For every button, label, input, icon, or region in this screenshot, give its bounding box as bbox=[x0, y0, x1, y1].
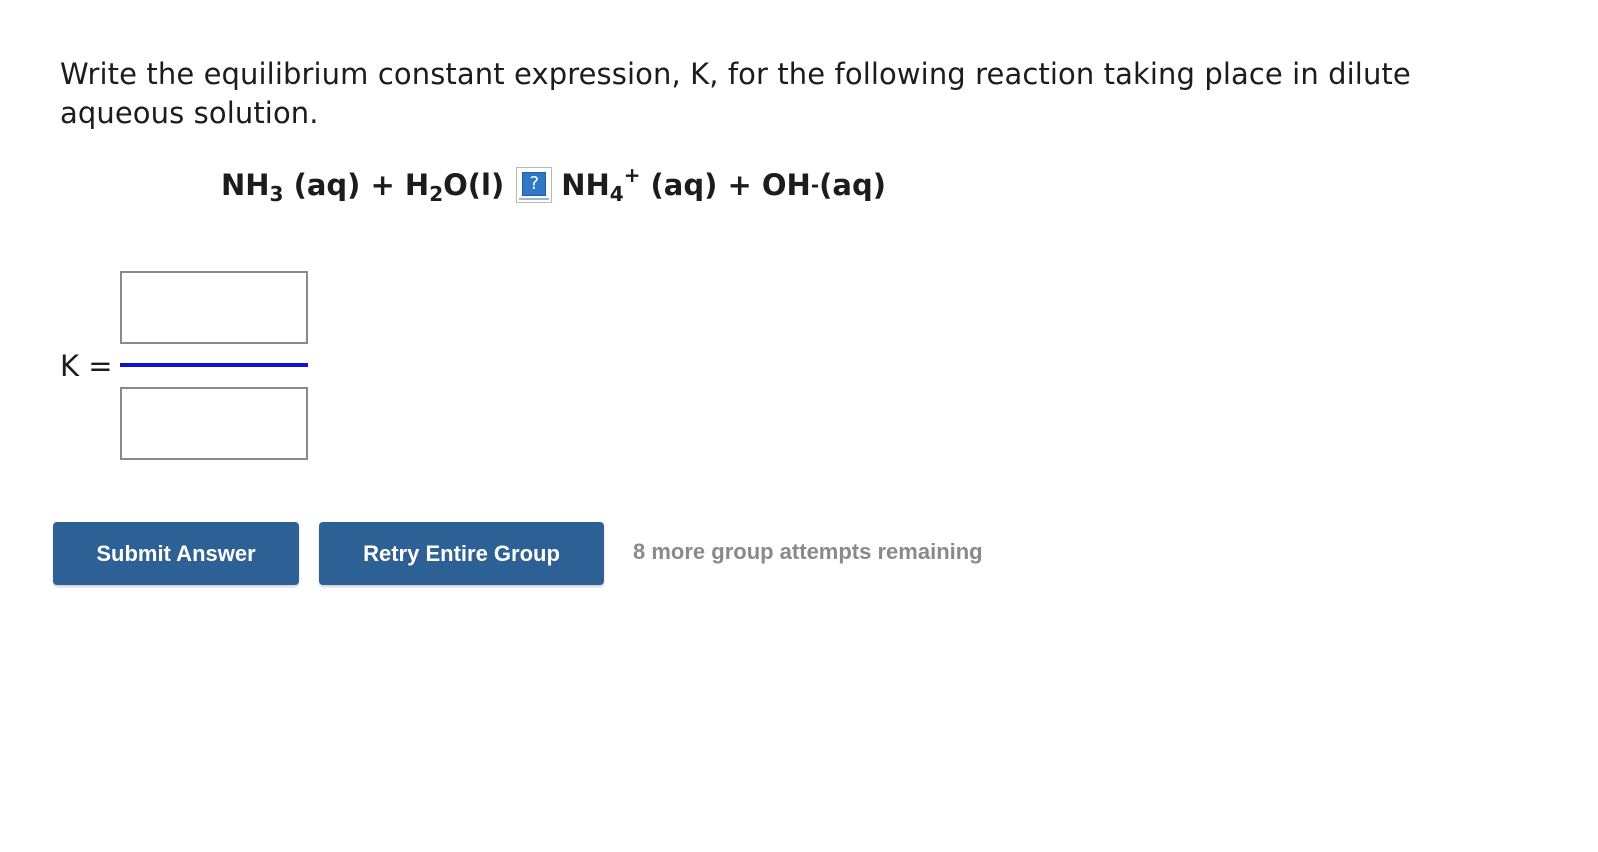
chemical-equation: NH3 (aq) + H2O(l)? NH4+ (aq) + OH - (aq) bbox=[221, 163, 886, 206]
reactant-h2o: H2O(l) bbox=[404, 168, 505, 206]
denominator-input[interactable] bbox=[120, 387, 308, 460]
numerator-input[interactable] bbox=[120, 271, 308, 344]
product-nh4: NH4+ bbox=[561, 163, 641, 206]
attempts-remaining-text: 8 more group attempts remaining bbox=[633, 539, 983, 564]
fraction-bar bbox=[120, 363, 308, 367]
help-underline bbox=[519, 198, 550, 200]
question-mark-icon: ? bbox=[522, 172, 547, 196]
reactant-state-plus: (aq) + bbox=[283, 168, 405, 202]
question-text: Write the equilibrium constant expressio… bbox=[60, 57, 1411, 130]
retry-entire-group-button[interactable]: Retry Entire Group bbox=[319, 522, 604, 585]
product-oh-state: (aq) bbox=[819, 168, 886, 202]
product-state-oh: (aq) + OH bbox=[640, 168, 811, 202]
equilibrium-arrow-help-button[interactable]: ? bbox=[516, 167, 553, 203]
submit-answer-button[interactable]: Submit Answer bbox=[53, 522, 299, 585]
reactant-nh3: NH3 bbox=[221, 168, 284, 206]
k-equals-label: K = bbox=[60, 349, 113, 383]
